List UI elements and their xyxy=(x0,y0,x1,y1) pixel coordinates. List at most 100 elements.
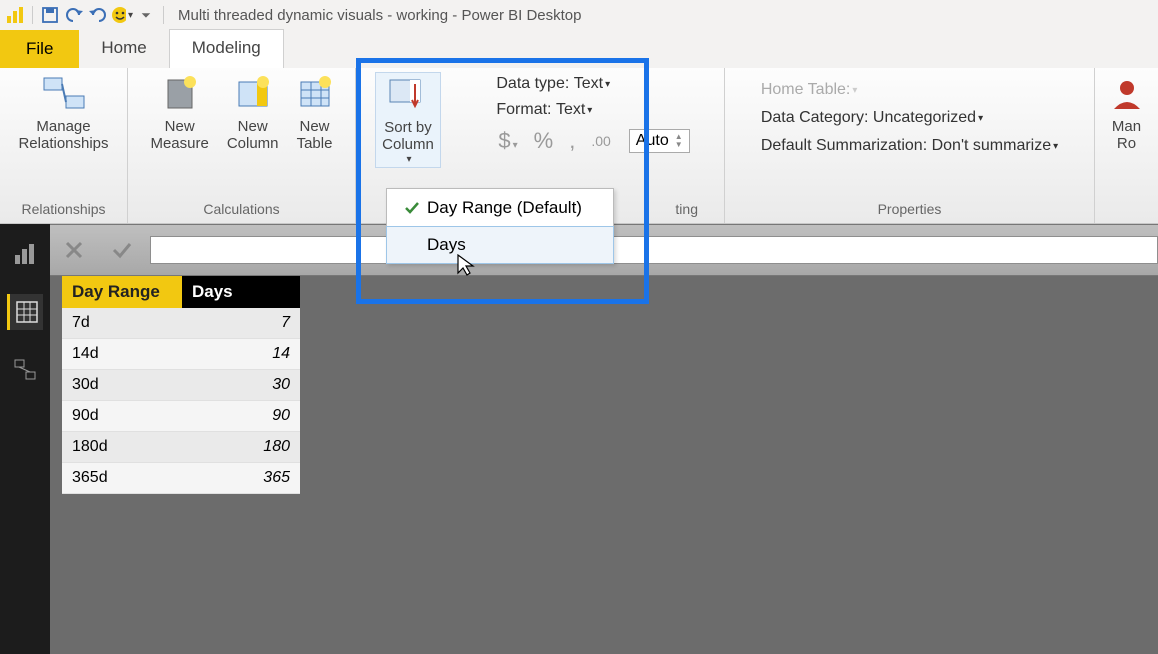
new-measure-button[interactable]: New Measure xyxy=(144,72,214,155)
nav-model-view[interactable] xyxy=(7,352,43,388)
home-table-dropdown[interactable]: Home Table: ▾ xyxy=(755,78,864,102)
cell-days: 90 xyxy=(182,401,300,432)
window-title: Multi threaded dynamic visuals - working… xyxy=(178,7,582,24)
chevron-down-icon: ▾ xyxy=(852,85,857,96)
sort-by-column-button[interactable]: Sort by Column▾ xyxy=(375,72,441,168)
ribbon-tabs: File Home Modeling xyxy=(0,30,1158,68)
new-column-button[interactable]: New Column xyxy=(221,72,285,155)
cell-days: 30 xyxy=(182,370,300,401)
menu-item-label: Day Range (Default) xyxy=(427,198,582,218)
check-icon xyxy=(397,199,427,217)
table-header-row: Day Range Days xyxy=(62,276,300,308)
format-value: Text xyxy=(556,101,585,119)
chevron-down-icon: ▾ xyxy=(406,154,411,166)
table-row[interactable]: 365d365 xyxy=(62,463,300,494)
cell-days: 180 xyxy=(182,432,300,463)
cell-range: 365d xyxy=(62,463,182,494)
menu-item-label: Days xyxy=(427,235,466,255)
cancel-formula-icon[interactable] xyxy=(50,227,98,273)
cell-range: 30d xyxy=(62,370,182,401)
cell-range: 7d xyxy=(62,308,182,339)
percent-button[interactable]: % xyxy=(530,128,558,154)
new-measure-label: New Measure xyxy=(150,118,208,153)
cell-range: 14d xyxy=(62,339,182,370)
app-logo-icon xyxy=(4,4,26,26)
data-type-label: Data type: xyxy=(496,75,569,93)
data-category-value: Uncategorized xyxy=(873,109,976,127)
data-canvas: Day Range Days 7d7 14d14 30d30 90d90 180… xyxy=(50,276,1158,654)
save-icon[interactable] xyxy=(39,4,61,26)
smiley-icon[interactable]: ▾ xyxy=(111,4,133,26)
measure-icon xyxy=(162,74,198,114)
data-type-value: Text xyxy=(574,75,603,93)
nav-data-view[interactable] xyxy=(7,294,43,330)
manage-relationships-label: Manage Relationships xyxy=(18,118,108,153)
left-nav xyxy=(0,224,50,654)
sort-by-column-menu: Day Range (Default) Days xyxy=(386,188,614,264)
table-row[interactable]: 7d7 xyxy=(62,308,300,339)
relationships-group-label: Relationships xyxy=(21,199,105,221)
spinner-down-icon[interactable]: ▼ xyxy=(675,141,683,149)
sort-icon xyxy=(388,75,428,115)
undo-icon[interactable] xyxy=(63,4,85,26)
ribbon: Manage Relationships Relationships New M… xyxy=(0,68,1158,224)
tab-home[interactable]: Home xyxy=(79,30,168,68)
cell-range: 180d xyxy=(62,432,182,463)
titlebar: ▾ ⏷ Multi threaded dynamic visuals - wor… xyxy=(0,0,1158,30)
redo-icon[interactable] xyxy=(87,4,109,26)
cell-days: 365 xyxy=(182,463,300,494)
new-table-label: New Table xyxy=(297,118,333,153)
table-icon xyxy=(297,74,333,114)
qat-customize-icon[interactable]: ⏷ xyxy=(135,4,157,26)
person-icon xyxy=(1110,74,1144,114)
default-summarization-value: Don't summarize xyxy=(932,137,1052,155)
calculations-group-label: Calculations xyxy=(203,199,279,221)
chevron-down-icon: ▾ xyxy=(978,113,983,124)
default-summarization-label: Default Summarization: xyxy=(761,137,927,155)
currency-button[interactable]: $▾ xyxy=(494,128,521,154)
sort-by-column-label: Sort by Column xyxy=(382,119,434,154)
format-label: Format: xyxy=(496,101,551,119)
data-table: Day Range Days 7d7 14d14 30d30 90d90 180… xyxy=(62,276,300,494)
data-category-label: Data Category: xyxy=(761,109,869,127)
auto-label: Auto xyxy=(636,132,669,150)
table-row[interactable]: 90d90 xyxy=(62,401,300,432)
format-dropdown[interactable]: Format: Text ▾ xyxy=(490,98,598,122)
manage-roles-label: Man Ro xyxy=(1112,118,1141,153)
manage-relationships-button[interactable]: Manage Relationships xyxy=(12,72,114,155)
column-header-day-range[interactable]: Day Range xyxy=(62,276,182,308)
decimal-button[interactable]: .00 xyxy=(587,133,614,149)
table-row[interactable]: 30d30 xyxy=(62,370,300,401)
formula-input[interactable] xyxy=(150,236,1158,264)
table-row[interactable]: 14d14 xyxy=(62,339,300,370)
column-icon xyxy=(235,74,271,114)
tab-modeling[interactable]: Modeling xyxy=(169,29,284,68)
properties-group-label: Properties xyxy=(878,199,942,221)
cell-range: 90d xyxy=(62,401,182,432)
formatting-group-label: ting xyxy=(675,199,718,221)
nav-report-view[interactable] xyxy=(7,236,43,272)
manage-roles-button[interactable]: Man Ro xyxy=(1104,72,1150,155)
decimal-places-input[interactable]: Auto ▲▼ xyxy=(629,129,690,153)
cursor-icon xyxy=(456,253,476,282)
sort-menu-item-day-range[interactable]: Day Range (Default) xyxy=(387,189,613,227)
tab-file[interactable]: File xyxy=(0,30,79,68)
chevron-down-icon: ▾ xyxy=(587,105,592,116)
comma-button[interactable]: , xyxy=(565,128,579,154)
new-column-label: New Column xyxy=(227,118,279,153)
sort-menu-item-days[interactable]: Days xyxy=(386,226,614,264)
chevron-down-icon: ▾ xyxy=(128,10,133,21)
table-row[interactable]: 180d180 xyxy=(62,432,300,463)
chevron-down-icon: ▾ xyxy=(1053,141,1058,152)
relationships-icon xyxy=(42,74,86,114)
new-table-button[interactable]: New Table xyxy=(291,72,339,155)
cell-days: 14 xyxy=(182,339,300,370)
home-table-label: Home Table: xyxy=(761,81,851,99)
cell-days: 7 xyxy=(182,308,300,339)
commit-formula-icon[interactable] xyxy=(98,227,146,273)
default-summarization-dropdown[interactable]: Default Summarization: Don't summarize ▾ xyxy=(755,134,1064,158)
chevron-down-icon: ▾ xyxy=(605,79,610,90)
data-type-dropdown[interactable]: Data type: Text ▾ xyxy=(490,72,616,96)
data-category-dropdown[interactable]: Data Category: Uncategorized ▾ xyxy=(755,106,989,130)
column-header-days[interactable]: Days xyxy=(182,276,300,308)
